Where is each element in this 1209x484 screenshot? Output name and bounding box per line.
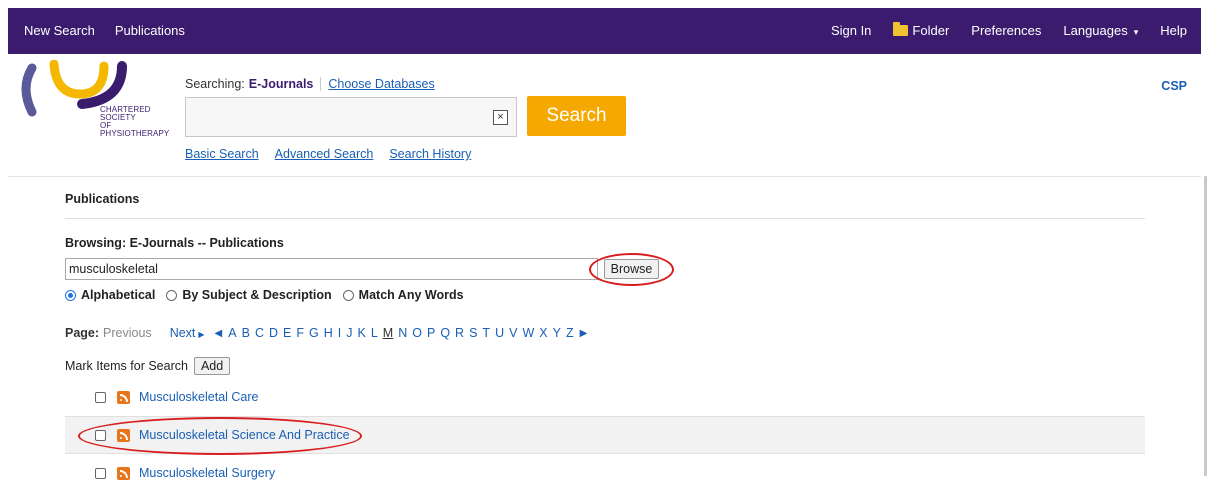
add-button[interactable]: Add <box>193 357 231 375</box>
page-label: Page: <box>65 326 100 340</box>
letter-link[interactable]: Q <box>440 326 450 340</box>
next-link[interactable]: Next ▶ <box>170 326 205 340</box>
nav-folder[interactable]: Folder <box>893 22 950 38</box>
rss-icon[interactable] <box>117 466 130 480</box>
rss-icon[interactable] <box>117 390 130 404</box>
letter-link[interactable]: E <box>283 326 291 340</box>
nav-right: Sign In Folder Preferences Languages ▾ He… <box>831 22 1187 38</box>
letter-link[interactable]: R <box>455 326 464 340</box>
browsing-label: Browsing: E-Journals -- Publications <box>65 236 284 250</box>
csp-logo[interactable]: CHARTERED SOCIETY OF PHYSIOTHERAPY <box>18 59 178 160</box>
rss-icon[interactable] <box>117 428 130 442</box>
result-link[interactable]: Musculoskeletal Care <box>139 390 259 404</box>
radio-subject-label: By Subject & Description <box>182 288 332 302</box>
letter-link[interactable]: W <box>522 326 534 340</box>
letter-link[interactable]: S <box>469 326 477 340</box>
choose-databases-link[interactable]: Choose Databases <box>328 77 434 91</box>
logo-line4: PHYSIOTHERAPY <box>100 129 170 138</box>
letter-link[interactable]: I <box>338 326 341 340</box>
folder-icon <box>893 22 909 36</box>
page-title: Publications <box>65 192 140 206</box>
basic-search-link[interactable]: Basic Search <box>185 147 259 161</box>
nav-languages-label: Languages <box>1063 23 1128 38</box>
letter-link[interactable]: D <box>269 326 278 340</box>
top-nav-bar: New Search Publications Sign In Folder P… <box>8 8 1201 54</box>
letter-link[interactable]: Z <box>566 326 574 340</box>
letter-link[interactable]: M <box>383 326 393 340</box>
letter-link[interactable]: N <box>398 326 407 340</box>
search-button[interactable]: Search <box>527 96 626 136</box>
letter-link[interactable]: V <box>509 326 517 340</box>
nav-publications[interactable]: Publications <box>115 23 185 38</box>
browse-mode-radios: Alphabetical By Subject & Description Ma… <box>65 288 464 302</box>
result-checkbox[interactable] <box>95 391 106 403</box>
csp-link[interactable]: CSP <box>1161 79 1187 93</box>
letter-link[interactable]: J <box>346 326 352 340</box>
letter-link[interactable]: F <box>296 326 304 340</box>
logo-text: CHARTERED SOCIETY OF PHYSIOTHERAPY <box>100 106 169 138</box>
result-link[interactable]: Musculoskeletal Science And Practice <box>139 428 350 442</box>
list-item: Musculoskeletal Care <box>65 378 1145 416</box>
result-checkbox[interactable] <box>95 429 106 441</box>
letter-link[interactable]: L <box>371 326 378 340</box>
separator <box>320 77 322 91</box>
next-label: Next <box>169 326 196 340</box>
letter-link[interactable]: T <box>482 326 490 340</box>
search-sublinks: Basic Search Advanced Search Search Hist… <box>185 147 471 161</box>
letter-link[interactable]: P <box>427 326 435 340</box>
header-divider <box>8 176 1201 177</box>
nav-left: New Search Publications <box>24 23 185 38</box>
pagination-bar: Page: Previous Next ▶ ◀ ABCDEFGHIJKLMNOPQ… <box>65 326 587 340</box>
list-item: Musculoskeletal Science And Practice <box>65 416 1145 454</box>
radio-alphabetical[interactable]: Alphabetical <box>65 288 155 302</box>
browse-input[interactable]: musculoskeletal <box>65 258 598 280</box>
mark-items-row: Mark Items for Search Add <box>65 357 231 375</box>
triangle-right-icon: ▶ <box>198 330 205 339</box>
advanced-search-link[interactable]: Advanced Search <box>275 147 374 161</box>
list-item: Musculoskeletal Surgery <box>65 454 1145 484</box>
nav-sign-in[interactable]: Sign In <box>831 23 871 38</box>
scrollbar[interactable] <box>1204 176 1207 476</box>
letter-link[interactable]: O <box>412 326 422 340</box>
letter-link[interactable]: B <box>242 326 250 340</box>
nav-preferences[interactable]: Preferences <box>971 23 1041 38</box>
letter-link[interactable]: K <box>357 326 365 340</box>
radio-alphabetical-label: Alphabetical <box>81 288 156 302</box>
caret-down-icon: ▾ <box>1133 27 1139 37</box>
radio-button-selected[interactable] <box>65 289 76 301</box>
letter-link[interactable]: A <box>228 326 236 340</box>
browse-button[interactable]: Browse <box>604 259 659 279</box>
searching-label: Searching: <box>185 77 245 91</box>
letter-link[interactable]: Y <box>553 326 561 340</box>
nav-new-search[interactable]: New Search <box>24 23 95 38</box>
triangle-left-icon[interactable]: ◀ <box>215 328 223 339</box>
clear-icon[interactable]: × <box>493 110 508 125</box>
letter-link[interactable]: C <box>255 326 264 340</box>
radio-button[interactable] <box>166 289 178 301</box>
alphabet-index: ABCDEFGHIJKLMNOPQRSTUVWXYZ <box>228 326 573 340</box>
letter-link[interactable]: X <box>539 326 547 340</box>
search-input[interactable]: × <box>185 97 517 137</box>
previous-link: Previous <box>103 326 152 340</box>
searching-line: Searching: E-Journals Choose Databases <box>185 77 435 91</box>
radio-subject[interactable]: By Subject & Description <box>166 288 332 302</box>
mark-items-label: Mark Items for Search <box>65 359 188 373</box>
search-history-link[interactable]: Search History <box>389 147 471 161</box>
title-divider <box>65 218 1145 219</box>
letter-link[interactable]: U <box>495 326 504 340</box>
letter-link[interactable]: H <box>324 326 333 340</box>
nav-help[interactable]: Help <box>1160 23 1187 38</box>
nav-languages[interactable]: Languages ▾ <box>1063 23 1138 38</box>
radio-match-any[interactable]: Match Any Words <box>342 288 464 302</box>
letter-link[interactable]: G <box>309 326 319 340</box>
result-link[interactable]: Musculoskeletal Surgery <box>139 466 275 480</box>
searching-database: E-Journals <box>248 77 314 91</box>
radio-match-any-label: Match Any Words <box>358 288 464 302</box>
result-checkbox[interactable] <box>95 467 106 479</box>
nav-folder-label: Folder <box>912 23 950 38</box>
radio-button[interactable] <box>342 289 354 301</box>
triangle-right-icon[interactable]: ▶ <box>580 328 588 339</box>
